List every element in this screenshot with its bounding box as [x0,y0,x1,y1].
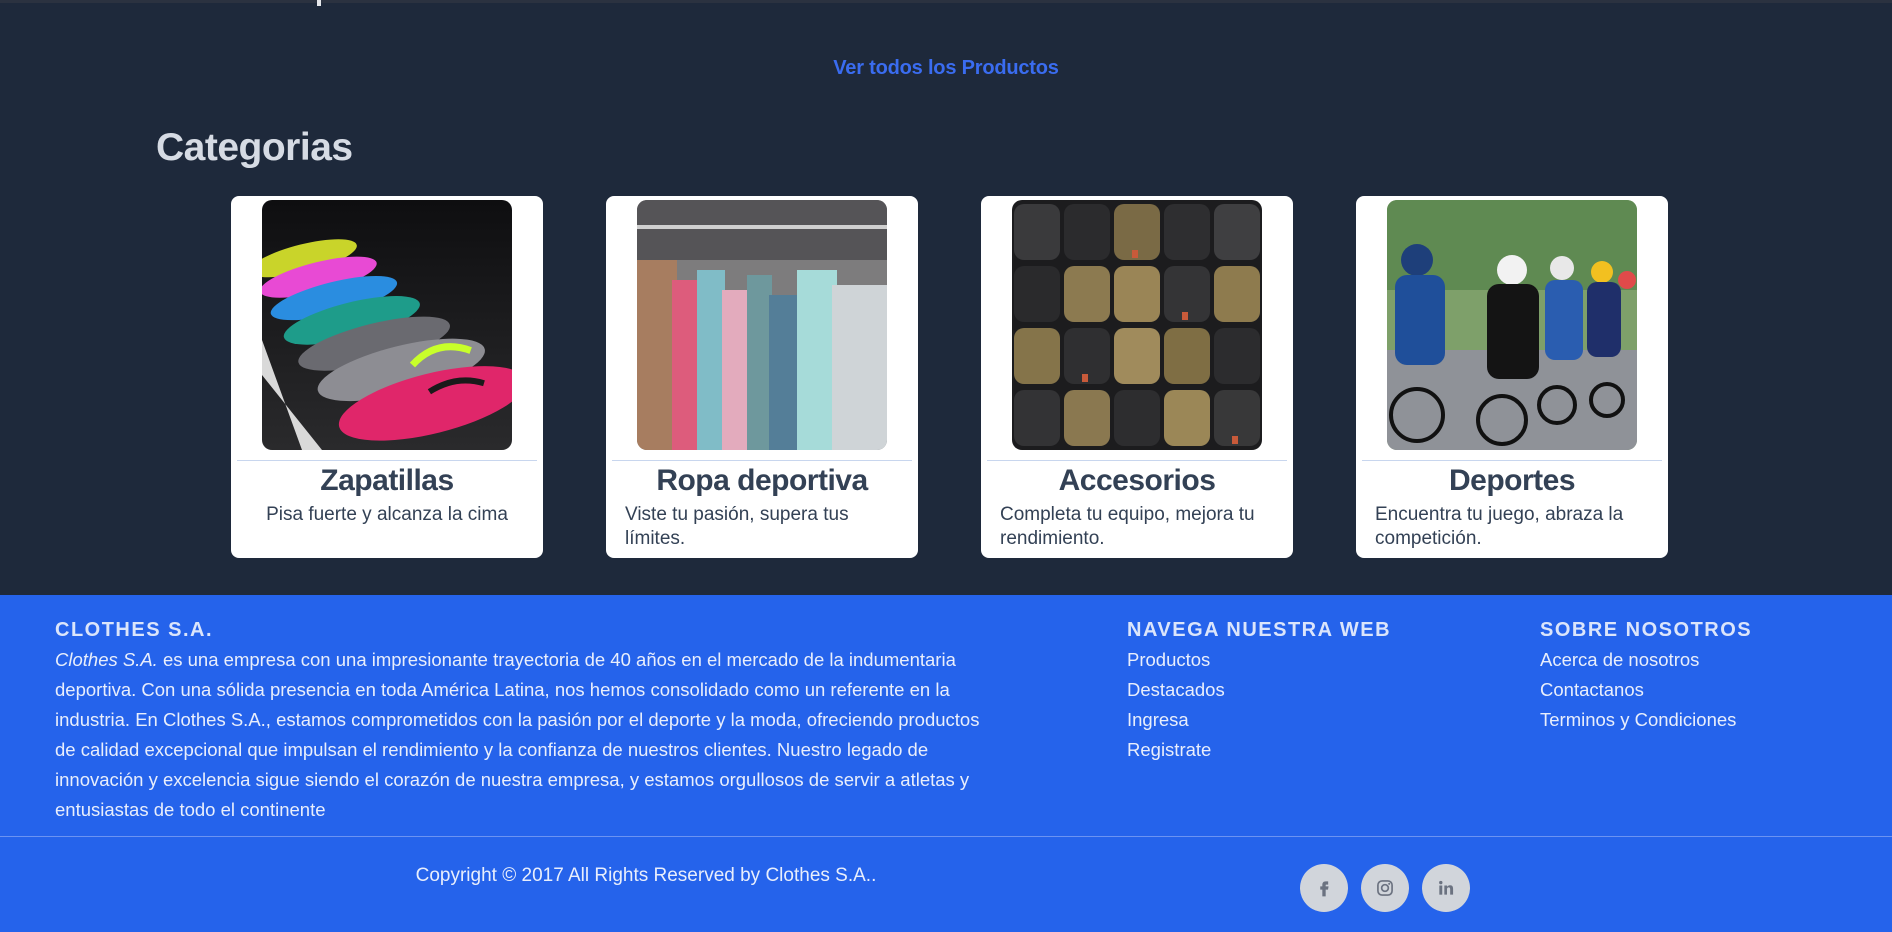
clothing-rack-image [637,200,887,450]
category-title: Ropa deportiva [656,464,868,497]
instagram-icon [1377,880,1393,896]
brand-name: Clothes S.A. [55,649,158,670]
footer-link-terminos[interactable]: Terminos y Condiciones [1540,705,1736,735]
footer-about-title: CLOTHES S.A. [55,619,214,641]
linkedin-button[interactable] [1422,864,1470,912]
footer-about-us-links: Acerca de nosotros Contactanos Terminos … [1540,645,1736,735]
about-description: es una empresa con una impresionante tra… [55,649,980,820]
linkedin-icon [1439,880,1454,895]
footer-about-text: Clothes S.A. es una empresa con una impr… [55,645,1005,825]
instagram-button[interactable] [1361,864,1409,912]
footer-nav-links: Productos Destacados Ingresa Registrate [1127,645,1225,765]
site-footer: CLOTHES S.A. Clothes S.A. es una empresa… [0,595,1892,932]
footer-about-us-title: SOBRE NOSOTROS [1540,619,1753,641]
copyright-text: Copyright © 2017 All Rights Reserved by … [415,865,877,886]
footer-link-contactanos[interactable]: Contactanos [1540,675,1736,705]
categories-title: Categorias [156,126,353,169]
cyclists-image [1387,200,1637,450]
footer-nav-title: NAVEGA NUESTRA WEB [1127,619,1392,641]
category-title: Zapatillas [320,464,454,497]
footer-link-acerca[interactable]: Acerca de nosotros [1540,645,1736,675]
category-title: Accesorios [1058,464,1216,497]
category-title: Deportes [1448,464,1576,497]
category-description: Encuentra tu juego, abraza la competició… [1375,504,1624,549]
facebook-button[interactable] [1300,864,1348,912]
card-divider [1362,460,1662,461]
footer-link-ingresa[interactable]: Ingresa [1127,705,1225,735]
footer-link-destacados[interactable]: Destacados [1127,675,1225,705]
footer-link-productos[interactable]: Productos [1127,645,1225,675]
facebook-icon [1320,881,1329,897]
category-card-deportes[interactable]: Deportes Encuentra tu juego, abraza la c… [1356,196,1668,558]
category-description: Viste tu pasión, supera tus límites. [625,504,849,549]
category-card-zapatillas[interactable]: Zapatillas Pisa fuerte y alcanza la cima [231,196,543,558]
top-divider [0,0,1892,3]
view-all-products-link[interactable]: Ver todos los Productos [0,57,1892,80]
footer-link-registrate[interactable]: Registrate [1127,735,1225,765]
card-divider [612,460,912,461]
card-divider [987,460,1287,461]
category-card-ropa-deportiva[interactable]: Ropa deportiva Viste tu pasión, supera t… [606,196,918,558]
top-cursor-mark [317,0,321,6]
sneakers-image [262,200,512,450]
category-card-accesorios[interactable]: Accesorios Completa tu equipo, mejora tu… [981,196,1293,558]
category-description: Pisa fuerte y alcanza la cima [266,504,508,525]
backpacks-image [1012,200,1262,450]
footer-divider [0,836,1892,837]
categories-grid: Zapatillas Pisa fuerte y alcanza la cima [0,196,1892,558]
card-divider [237,460,537,461]
category-description: Completa tu equipo, mejora tu rendimient… [1000,504,1255,549]
